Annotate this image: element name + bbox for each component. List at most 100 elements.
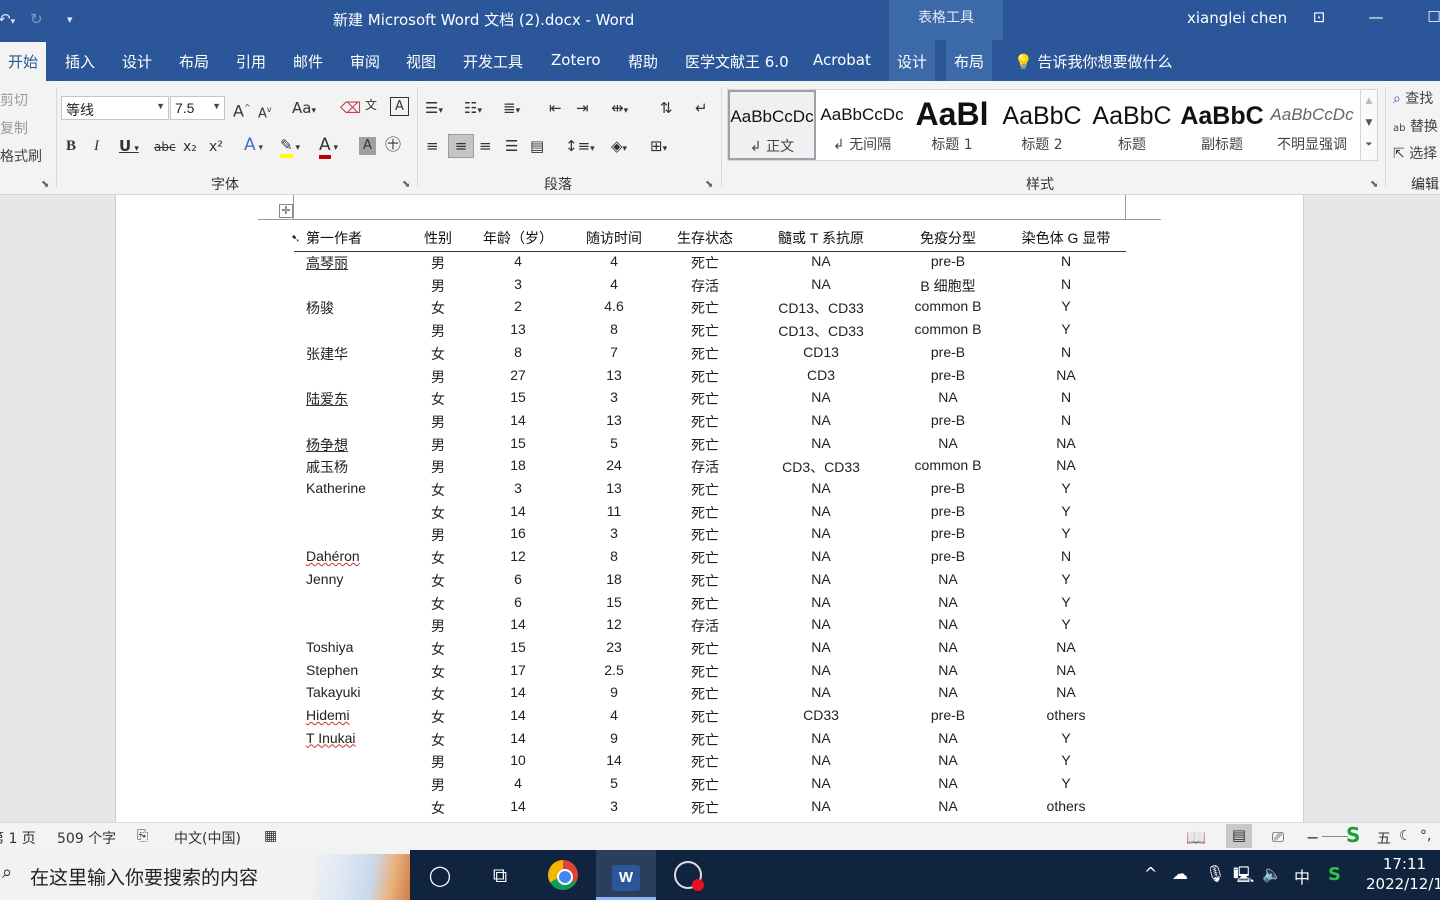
table-cell[interactable]: Y — [1061, 775, 1070, 791]
table-cell[interactable]: 12 — [606, 616, 622, 632]
styles-gallery-scroll[interactable]: ▲ ▼ ⏷ — [1360, 89, 1378, 161]
sort-button[interactable]: ⇅ — [660, 99, 673, 117]
print-layout-button[interactable]: ▤ — [1226, 824, 1252, 848]
table-cell[interactable]: others — [1047, 707, 1086, 723]
tab-mailings[interactable]: 邮件 — [293, 51, 323, 72]
table-cell[interactable]: 女 — [431, 594, 445, 614]
table-cell[interactable]: 2.5 — [604, 662, 623, 678]
table-cell[interactable]: 14 — [510, 412, 526, 428]
table-cell[interactable]: 男 — [431, 412, 445, 432]
table-cell[interactable]: 女 — [431, 730, 445, 750]
table-cell[interactable]: 死亡 — [691, 344, 719, 364]
table-cell[interactable]: 戚玉杨 — [306, 457, 348, 477]
table-cell[interactable]: 3 — [514, 480, 522, 496]
bold-button[interactable]: B — [66, 137, 76, 155]
table-cell[interactable]: 14 — [510, 616, 526, 632]
table-cell[interactable]: Jenny — [306, 571, 343, 587]
clock[interactable]: 17:11 2022/12/1 — [1366, 854, 1440, 894]
table-cell[interactable]: 9 — [610, 684, 618, 700]
table-cell[interactable]: 死亡 — [691, 525, 719, 545]
table-cell[interactable]: NA — [811, 389, 830, 405]
table-cell[interactable]: pre-B — [931, 253, 965, 269]
styles-dialog-launcher[interactable]: ⬊ — [1370, 179, 1378, 190]
table-cell[interactable]: 死亡 — [691, 730, 719, 750]
table-header-cell[interactable]: 生存状态 — [677, 228, 733, 248]
justify-button[interactable]: ☰ — [505, 137, 518, 155]
table-cell[interactable]: 4 — [610, 253, 618, 269]
table-cell[interactable]: 死亡 — [691, 752, 719, 772]
undo-button[interactable]: ↶▾ — [0, 10, 15, 28]
table-cell[interactable]: 杨骏 — [306, 298, 334, 318]
table-cell[interactable]: CD13 — [803, 344, 839, 360]
table-cell[interactable]: 死亡 — [691, 639, 719, 659]
page-indicator[interactable]: 第 1 页 — [0, 828, 36, 848]
table-cell[interactable]: NA — [938, 662, 957, 678]
table-cell[interactable]: N — [1061, 253, 1071, 269]
table-cell[interactable]: 24 — [606, 457, 622, 473]
tab-home[interactable]: 开始 — [0, 42, 47, 81]
table-cell[interactable]: 女 — [431, 298, 445, 318]
table-cell[interactable]: 15 — [510, 389, 526, 405]
increase-indent-button[interactable]: ⇥ — [576, 99, 589, 117]
font-size-combo[interactable]: 7.5 ▼ — [170, 96, 225, 120]
table-cell[interactable]: Y — [1061, 298, 1070, 314]
find-button[interactable]: ⌕ 查找 — [1393, 88, 1433, 108]
table-cell[interactable]: CD3 — [807, 367, 835, 383]
table-cell[interactable]: NA — [938, 571, 957, 587]
table-cell[interactable]: pre-B — [931, 412, 965, 428]
style-heading-1[interactable]: AaBl 标题 1 — [908, 90, 996, 160]
table-cell[interactable]: 6 — [514, 571, 522, 587]
table-cell[interactable]: N — [1061, 412, 1071, 428]
style-heading-2[interactable]: AaBbC 标题 2 — [998, 90, 1086, 160]
table-cell[interactable]: 死亡 — [691, 503, 719, 523]
show-marks-button[interactable]: ↵ — [695, 99, 708, 117]
table-cell[interactable]: 死亡 — [691, 298, 719, 318]
italic-button[interactable]: I — [94, 137, 99, 155]
table-cell[interactable]: NA — [811, 276, 830, 292]
superscript-button[interactable]: x² — [209, 138, 223, 156]
table-cell[interactable]: NA — [811, 775, 830, 791]
table-cell[interactable]: Stephen — [306, 662, 358, 678]
table-cell[interactable]: 女 — [431, 662, 445, 682]
table-cell[interactable]: pre-B — [931, 367, 965, 383]
table-cell[interactable]: 女 — [431, 684, 445, 704]
table-cell[interactable]: NA — [938, 684, 957, 700]
table-cell[interactable]: 女 — [431, 480, 445, 500]
table-cell[interactable]: 8 — [610, 548, 618, 564]
table-cell[interactable]: common B — [915, 321, 982, 337]
tab-layout[interactable]: 布局 — [179, 51, 209, 72]
table-cell[interactable]: 6 — [514, 594, 522, 610]
ime-mode-indicator[interactable]: 五 — [1377, 828, 1391, 848]
table-cell[interactable]: pre-B — [931, 480, 965, 496]
proofing-icon[interactable]: ⎘ — [137, 828, 148, 844]
align-center-button[interactable]: ≡ — [448, 134, 474, 158]
multilevel-list-button[interactable]: ≣▾ — [503, 99, 520, 120]
table-cell[interactable]: 死亡 — [691, 253, 719, 273]
table-cell[interactable]: 15 — [510, 435, 526, 451]
align-right-button[interactable]: ≡ — [479, 137, 492, 155]
table-cell[interactable]: 13 — [606, 480, 622, 496]
table-cell[interactable]: 死亡 — [691, 367, 719, 387]
table-cell[interactable]: 男 — [431, 253, 445, 273]
table-cell[interactable]: 3 — [514, 276, 522, 292]
table-cell[interactable]: pre-B — [931, 707, 965, 723]
table-cell[interactable]: 死亡 — [691, 548, 719, 568]
sogou-ime-icon[interactable]: S — [1346, 823, 1360, 847]
microphone-icon[interactable]: 🎙 — [1205, 864, 1225, 883]
table-header-cell[interactable]: 随访时间 — [586, 228, 642, 248]
table-cell[interactable]: 10 — [510, 752, 526, 768]
table-cell[interactable]: 死亡 — [691, 594, 719, 614]
table-cell[interactable]: 7 — [610, 344, 618, 360]
table-cell[interactable]: NA — [811, 684, 830, 700]
redo-button[interactable]: ↻ — [30, 10, 43, 28]
table-cell[interactable]: 3 — [610, 525, 618, 541]
table-cell[interactable]: NA — [811, 548, 830, 564]
table-cell[interactable]: 死亡 — [691, 480, 719, 500]
format-painter-button[interactable]: 格式刷 — [0, 146, 42, 166]
table-cell[interactable]: CD13、CD33 — [778, 321, 864, 341]
table-cell[interactable]: NA — [1056, 639, 1075, 655]
style-subtle-emphasis[interactable]: AaBbCcDc 不明显强调 — [1268, 90, 1356, 160]
table-cell[interactable]: common B — [915, 298, 982, 314]
table-cell[interactable]: Y — [1061, 525, 1070, 541]
zoom-slider[interactable] — [1322, 836, 1348, 837]
